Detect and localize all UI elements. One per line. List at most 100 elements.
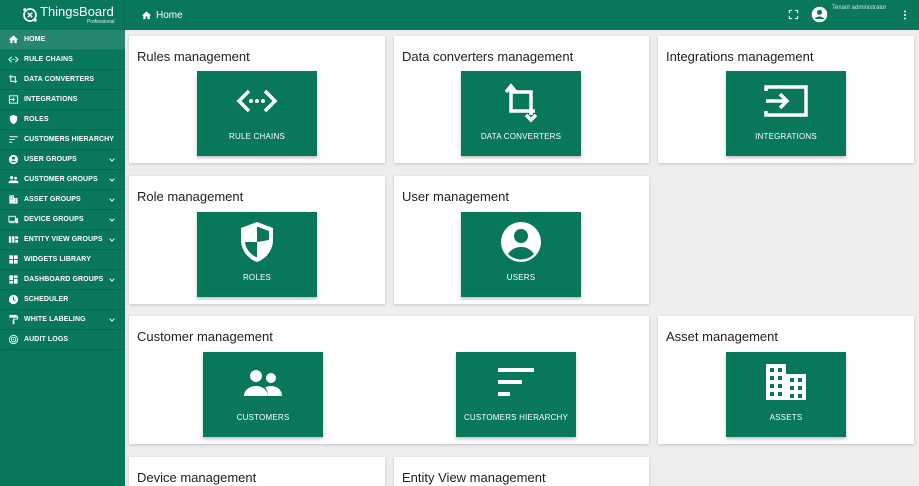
tile-label: RULE CHAINS bbox=[229, 132, 285, 141]
account-circle-icon bbox=[8, 154, 19, 165]
sidebar-item-label: DASHBOARD GROUPS bbox=[24, 276, 104, 283]
sidebar-item-label: WIDGETS LIBRARY bbox=[24, 256, 91, 263]
sidebar-item-label: HOME bbox=[24, 36, 46, 43]
sidebar-item-customers-hierarchy[interactable]: CUSTOMERS HIERARCHY bbox=[0, 130, 125, 150]
device-management-card: Device management bbox=[129, 457, 385, 486]
card-title: Device management bbox=[137, 470, 257, 485]
role-management-card: Role management ROLES bbox=[129, 176, 385, 304]
tile-label: INTEGRATIONS bbox=[755, 132, 817, 141]
input-icon bbox=[764, 85, 808, 117]
card-title: Data converters management bbox=[402, 49, 574, 64]
code-arrows-icon bbox=[8, 56, 19, 63]
sidebar-item-label: ENTITY VIEW GROUPS bbox=[24, 236, 103, 243]
rule-chains-tile[interactable]: RULE CHAINS bbox=[197, 71, 317, 156]
sidebar-item-label: USER GROUPS bbox=[24, 156, 77, 163]
people-icon bbox=[8, 176, 19, 184]
domain-icon bbox=[766, 364, 806, 400]
sidebar-item-label: WHITE LABELING bbox=[24, 316, 86, 323]
sidebar-item-label: ROLES bbox=[24, 116, 49, 123]
data-converters-management-card: Data converters management DATA CONVERTE… bbox=[394, 36, 649, 163]
sidebar-item-scheduler[interactable]: SCHEDULER bbox=[0, 290, 125, 310]
tile-label: ROLES bbox=[242, 273, 272, 282]
customers-tile[interactable]: CUSTOMERS bbox=[203, 352, 323, 437]
card-title: User management bbox=[402, 189, 509, 204]
sidebar-item-entity-view-groups[interactable]: ENTITY VIEW GROUPS bbox=[0, 230, 125, 250]
people-icon bbox=[244, 370, 282, 396]
card-title: Rules management bbox=[137, 49, 250, 64]
sidebar-item-home[interactable]: HOME bbox=[0, 30, 125, 50]
code-arrows-icon bbox=[236, 89, 278, 113]
logo-name: ThingsBoard bbox=[40, 4, 114, 19]
sidebar-item-dashboard-groups[interactable]: DASHBOARD GROUPS bbox=[0, 270, 125, 290]
more-vert-icon[interactable] bbox=[899, 8, 911, 22]
sidebar-item-asset-groups[interactable]: ASSET GROUPS bbox=[0, 190, 125, 210]
transform-icon bbox=[8, 74, 18, 84]
clock-icon bbox=[8, 294, 19, 305]
sidebar-item-label: INTEGRATIONS bbox=[24, 96, 78, 103]
sidebar-item-user-groups[interactable]: USER GROUPS bbox=[0, 150, 125, 170]
tile-label: USERS bbox=[506, 273, 536, 282]
breadcrumb-label: Home bbox=[156, 9, 183, 21]
assets-tile[interactable]: ASSETS bbox=[726, 352, 846, 437]
sidebar-item-data-converters[interactable]: DATA CONVERTERS bbox=[0, 70, 125, 90]
chevron-down-icon[interactable] bbox=[108, 236, 116, 244]
sidebar-item-label: CUSTOMER GROUPS bbox=[24, 176, 98, 183]
asset-management-card: Asset management ASSETS bbox=[658, 316, 914, 444]
sidebar-item-label: SCHEDULER bbox=[24, 296, 69, 303]
breadcrumb[interactable]: Home bbox=[141, 7, 183, 23]
data-converters-tile[interactable]: DATA CONVERTERS bbox=[461, 71, 581, 156]
top-toolbar: ThingsBoard Professional Home Tenant adm… bbox=[0, 0, 919, 30]
chevron-down-icon[interactable] bbox=[108, 176, 116, 184]
sidebar-item-label: AUDIT LOGS bbox=[24, 336, 69, 343]
customers-hierarchy-tile[interactable]: CUSTOMERS HIERARCHY bbox=[456, 352, 576, 437]
dashboard-icon bbox=[9, 275, 18, 284]
chevron-down-icon[interactable] bbox=[108, 196, 116, 204]
logo-subtitle: Professional bbox=[87, 19, 115, 25]
sidebar-item-label: CUSTOMERS HIERARCHY bbox=[24, 136, 115, 143]
sidebar-item-widgets-library[interactable]: WIDGETS LIBRARY bbox=[0, 250, 125, 270]
integrations-tile[interactable]: INTEGRATIONS bbox=[726, 71, 846, 156]
sidebar-item-device-groups[interactable]: DEVICE GROUPS bbox=[0, 210, 125, 230]
chevron-down-icon[interactable] bbox=[108, 216, 116, 224]
tile-label: DATA CONVERTERS bbox=[480, 132, 562, 141]
entity-view-management-card: Entity View management bbox=[394, 457, 649, 486]
devices-icon bbox=[8, 215, 19, 224]
sidebar: HOME RULE CHAINS DATA CONVERTERS INTEGRA… bbox=[0, 30, 125, 486]
sidebar-item-customer-groups[interactable]: CUSTOMER GROUPS bbox=[0, 170, 125, 190]
account-circle-icon[interactable] bbox=[811, 6, 828, 23]
sidebar-item-integrations[interactable]: INTEGRATIONS bbox=[0, 90, 125, 110]
customer-management-card: Customer management CUSTOMERS CUSTOMERS … bbox=[129, 316, 649, 444]
card-title: Asset management bbox=[666, 329, 779, 344]
domain-icon bbox=[9, 195, 18, 204]
card-title: Integrations management bbox=[666, 49, 814, 64]
sidebar-item-label: DATA CONVERTERS bbox=[24, 76, 95, 83]
input-icon bbox=[8, 95, 19, 104]
fullscreen-icon[interactable] bbox=[788, 9, 799, 20]
chevron-down-icon[interactable] bbox=[108, 316, 116, 324]
sort-lines-icon bbox=[9, 136, 18, 143]
sort-lines-icon bbox=[498, 368, 534, 396]
sidebar-item-roles[interactable]: ROLES bbox=[0, 110, 125, 130]
logo[interactable]: ThingsBoard Professional bbox=[0, 0, 125, 30]
thingsboard-logo-icon bbox=[23, 8, 37, 22]
dashboard-grid-icon bbox=[9, 255, 18, 264]
sidebar-item-white-labeling[interactable]: WHITE LABELING bbox=[0, 310, 125, 330]
sidebar-item-rule-chains[interactable]: RULE CHAINS bbox=[0, 50, 125, 70]
chevron-down-icon[interactable] bbox=[108, 276, 116, 284]
tile-label: CUSTOMERS HIERARCHY bbox=[463, 413, 569, 422]
transform-icon bbox=[504, 83, 538, 123]
roles-tile[interactable]: ROLES bbox=[197, 212, 317, 297]
sidebar-item-label: ASSET GROUPS bbox=[24, 196, 81, 203]
users-tile[interactable]: USERS bbox=[461, 212, 581, 297]
user-management-card: User management USERS bbox=[394, 176, 649, 304]
sidebar-item-label: RULE CHAINS bbox=[24, 56, 73, 63]
sidebar-item-audit-logs[interactable]: AUDIT LOGS bbox=[0, 330, 125, 350]
home-icon bbox=[141, 10, 152, 19]
rules-management-card: Rules management RULE CHAINS bbox=[129, 36, 385, 163]
card-title: Role management bbox=[137, 189, 244, 204]
tile-label: ASSETS bbox=[769, 413, 803, 422]
integrations-management-card: Integrations management INTEGRATIONS bbox=[658, 36, 914, 163]
chevron-down-icon[interactable] bbox=[108, 156, 116, 164]
account-circle-icon bbox=[501, 222, 541, 262]
card-title: Entity View management bbox=[402, 470, 546, 485]
